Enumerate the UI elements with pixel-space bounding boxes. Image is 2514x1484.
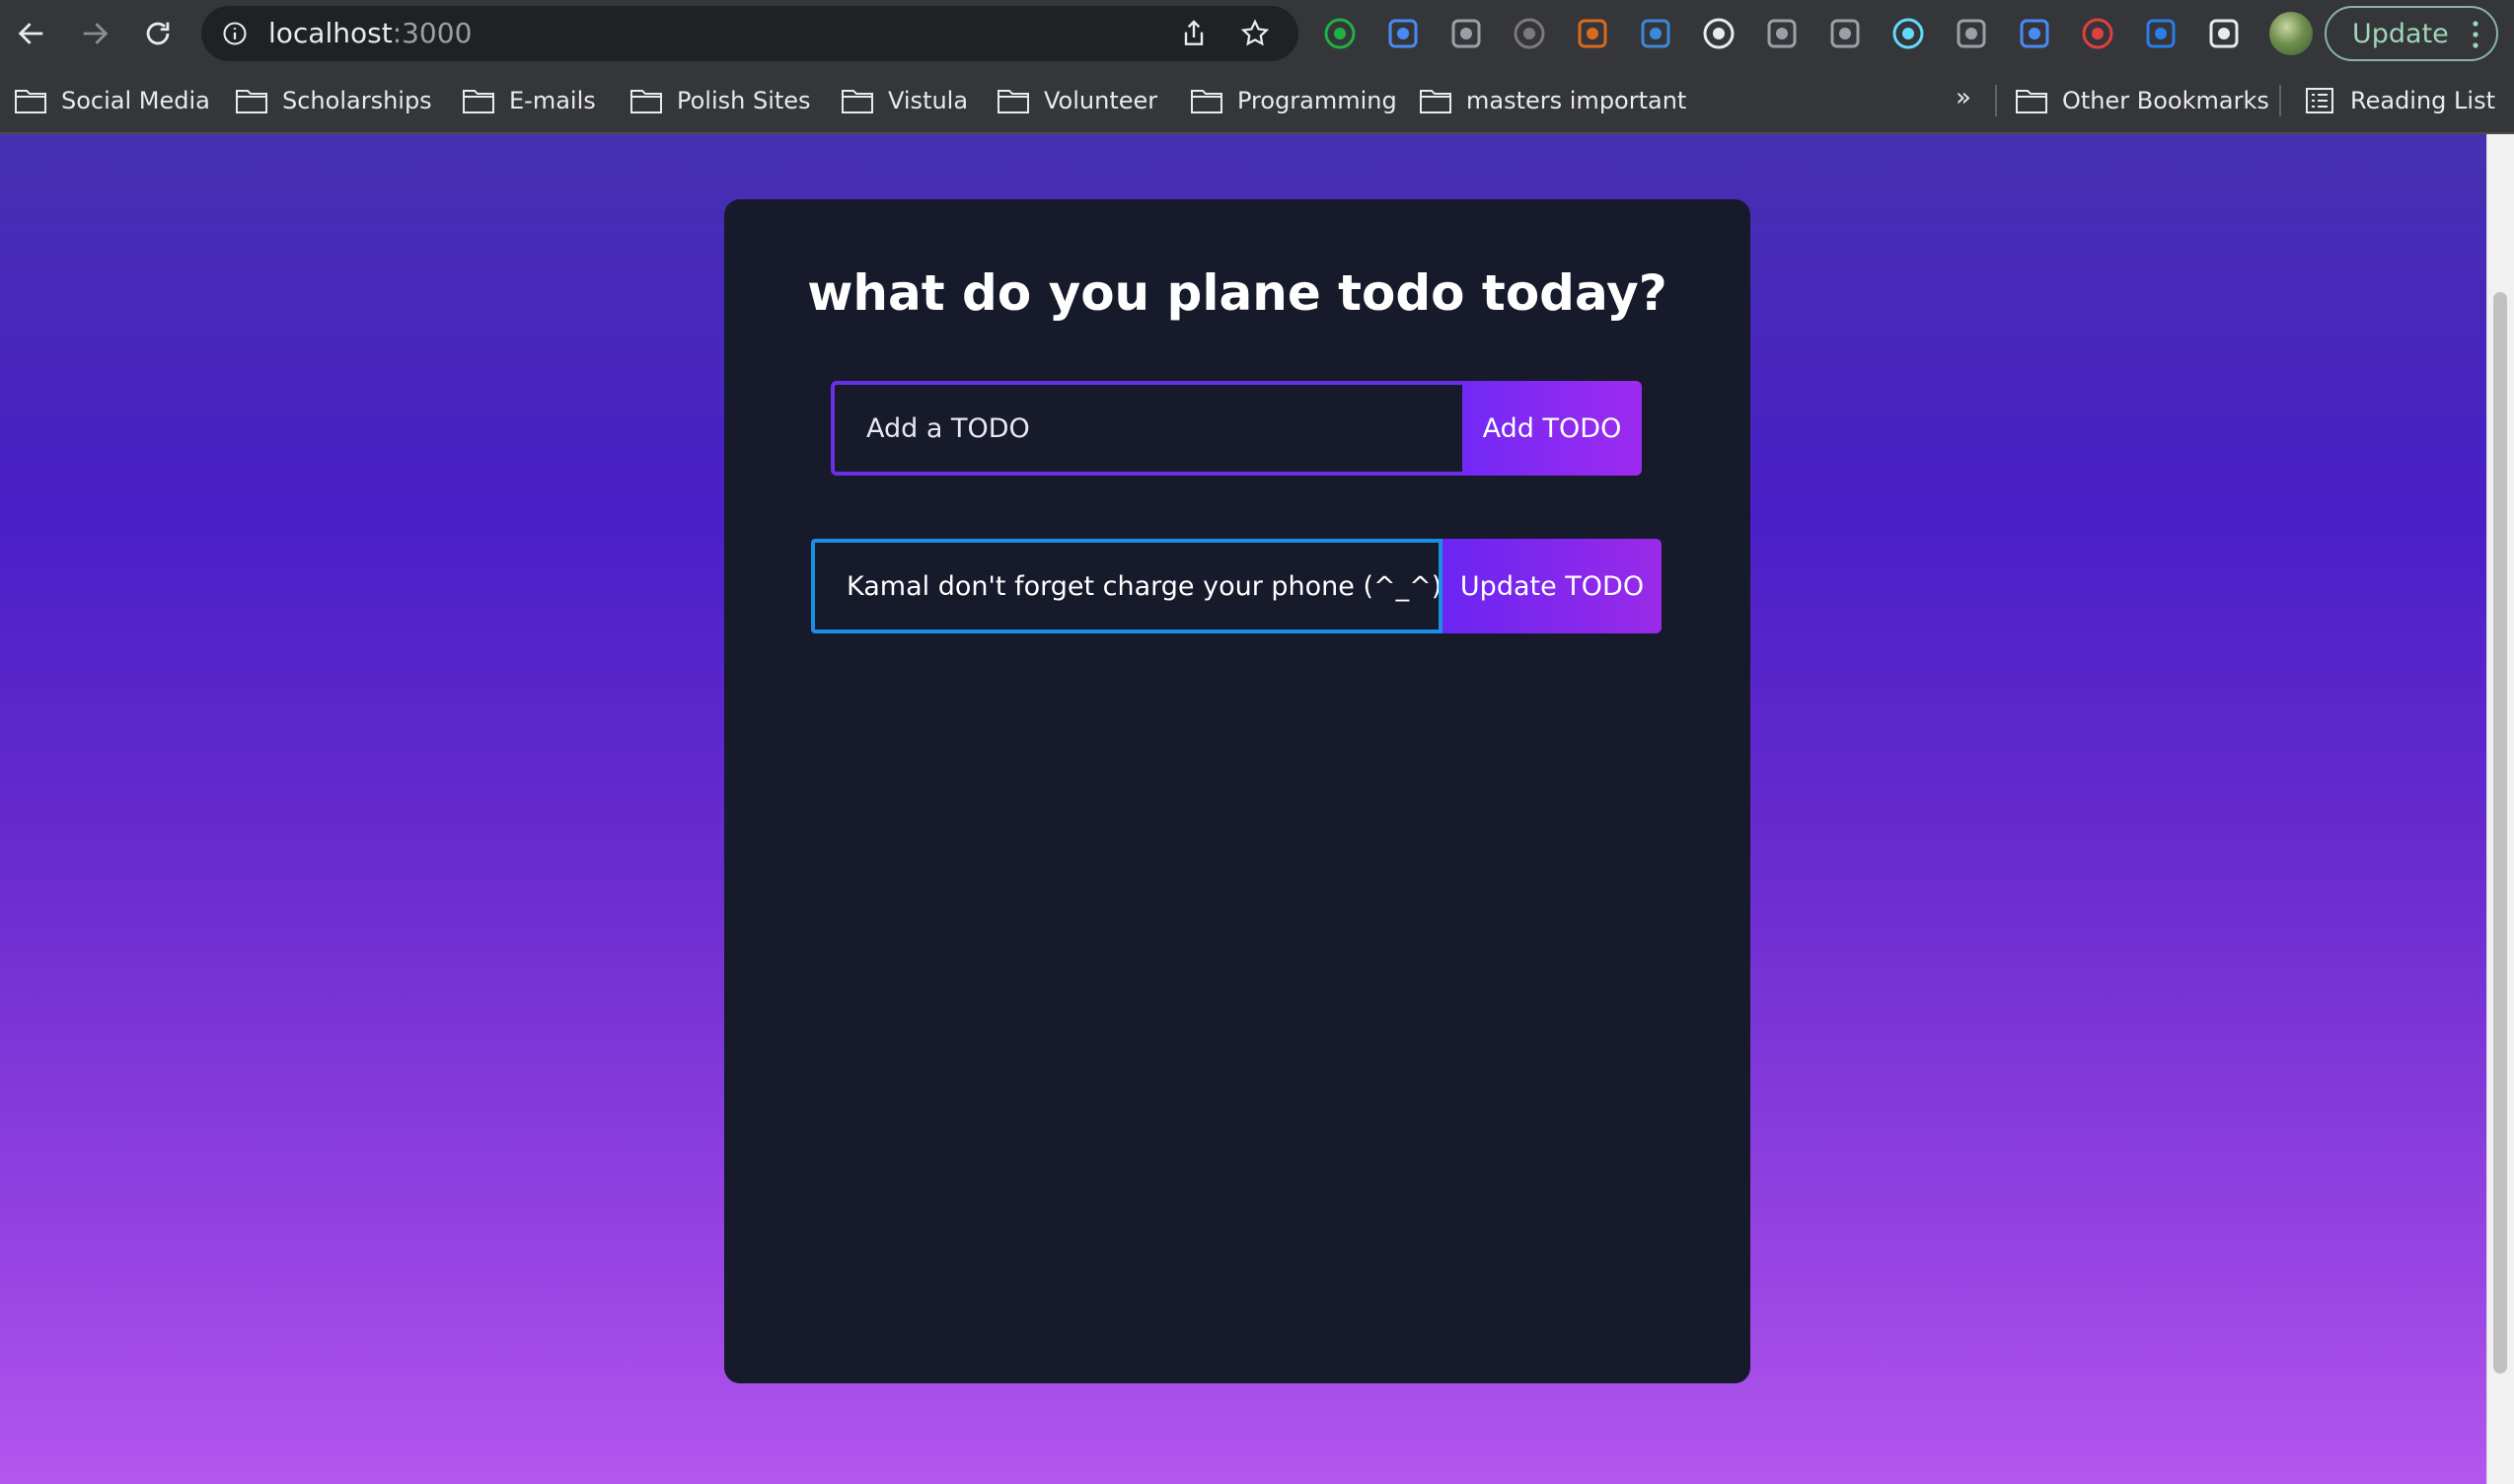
folder-icon bbox=[998, 90, 1029, 113]
scrollbar-thumb[interactable] bbox=[2493, 292, 2507, 1373]
folder-icon bbox=[630, 90, 662, 113]
edit-pencil-icon[interactable] bbox=[2017, 16, 2052, 51]
kebab-menu-icon[interactable] bbox=[2473, 20, 2478, 49]
folder-icon bbox=[1420, 90, 1451, 113]
vue-devtools-icon[interactable] bbox=[1827, 16, 1863, 51]
folder-icon bbox=[842, 90, 873, 113]
arrow-left-icon bbox=[18, 23, 43, 44]
redux-icon[interactable] bbox=[2080, 16, 2115, 51]
profile-avatar[interactable] bbox=[2269, 12, 2313, 55]
update-label: Update bbox=[2352, 18, 2449, 49]
forward-button[interactable] bbox=[71, 10, 118, 57]
reading-list-button[interactable]: Reading List bbox=[2303, 83, 2495, 118]
bookmarks-divider bbox=[2279, 85, 2281, 116]
add-todo-button[interactable]: Add TODO bbox=[1462, 381, 1642, 476]
target-icon[interactable] bbox=[1954, 16, 1989, 51]
shield-icon[interactable] bbox=[2143, 16, 2179, 51]
bookmark-folder[interactable]: Programming bbox=[1190, 83, 1397, 118]
bookmark-label: masters important bbox=[1466, 87, 1687, 114]
url-text[interactable]: localhost:3000 bbox=[268, 18, 472, 49]
url-port: :3000 bbox=[392, 17, 473, 49]
bookmark-folder[interactable]: Vistula bbox=[841, 83, 968, 118]
share-icon[interactable] bbox=[1178, 18, 1210, 49]
reader-icon[interactable] bbox=[1701, 16, 1737, 51]
address-bar[interactable]: localhost:3000 bbox=[201, 6, 1298, 61]
folder-icon bbox=[236, 90, 267, 113]
bookmark-folder[interactable]: E-mails bbox=[462, 83, 596, 118]
bookmarks-divider bbox=[1995, 85, 1997, 116]
react-devtools-icon[interactable] bbox=[1890, 16, 1926, 51]
reload-button[interactable] bbox=[134, 10, 182, 57]
page-title: what do you plane todo today? bbox=[807, 264, 1667, 322]
page-viewport: what do you plane todo today? Add TODO U… bbox=[0, 134, 2486, 1484]
bookmark-label: Scholarships bbox=[282, 87, 432, 114]
folder-icon bbox=[1191, 90, 1222, 113]
camera-icon[interactable] bbox=[1764, 16, 1800, 51]
back-button[interactable] bbox=[8, 10, 55, 57]
bookmarks-overflow-chevron[interactable]: » bbox=[1956, 83, 1971, 112]
google-translate-icon[interactable] bbox=[1385, 16, 1421, 51]
arrow-right-icon bbox=[83, 23, 109, 44]
add-todo-form: Add TODO bbox=[831, 381, 1642, 476]
edit-todo-form: Update TODO bbox=[811, 539, 1662, 633]
puzzle-pieces-icon[interactable] bbox=[1575, 16, 1610, 51]
bookmark-star-icon[interactable] bbox=[1239, 18, 1271, 49]
folder-icon bbox=[463, 90, 494, 113]
edit-todo-input[interactable] bbox=[811, 539, 1442, 633]
update-todo-button[interactable]: Update TODO bbox=[1442, 539, 1662, 633]
cloud-icon[interactable] bbox=[1448, 16, 1484, 51]
browser-toolbar: localhost:3000 Update bbox=[0, 0, 2514, 67]
bookmark-other-bookmarks[interactable]: Other Bookmarks bbox=[2015, 83, 2269, 118]
folder-icon bbox=[15, 90, 46, 113]
bookmark-label: Social Media bbox=[61, 87, 210, 114]
fi-icon[interactable] bbox=[1638, 16, 1673, 51]
bookmark-label: Other Bookmarks bbox=[2062, 87, 2269, 114]
bookmark-label: Volunteer bbox=[1044, 87, 1158, 114]
bookmark-folder[interactable]: Volunteer bbox=[997, 83, 1157, 118]
bookmark-folder[interactable]: Scholarships bbox=[235, 83, 432, 118]
reading-list-icon bbox=[2306, 88, 2333, 113]
reload-icon bbox=[146, 22, 170, 45]
todo-card: what do you plane todo today? Add TODO U… bbox=[724, 199, 1750, 1383]
json-viewer-icon[interactable] bbox=[1512, 16, 1547, 51]
bookmarks-bar: Social Media Scholarships E-mails Polish Si… bbox=[0, 67, 2514, 134]
bookmark-label: E-mails bbox=[509, 87, 596, 114]
reading-list-label: Reading List bbox=[2350, 87, 2495, 114]
bookmark-folder[interactable]: Social Media bbox=[14, 83, 210, 118]
bookmark-label: Programming bbox=[1237, 87, 1397, 114]
add-todo-input[interactable] bbox=[831, 381, 1462, 476]
bookmark-label: Vistula bbox=[888, 87, 969, 114]
info-icon[interactable] bbox=[221, 20, 249, 47]
thumbs-up-icon[interactable] bbox=[1322, 16, 1358, 51]
url-host: localhost bbox=[268, 17, 393, 49]
bookmark-folder[interactable]: masters important bbox=[1419, 83, 1686, 118]
bookmark-label: Polish Sites bbox=[677, 87, 811, 114]
folder-icon bbox=[2016, 90, 2047, 113]
update-chrome-button[interactable]: Update bbox=[2325, 6, 2498, 61]
extensions-puzzle-icon[interactable] bbox=[2206, 16, 2242, 51]
bookmark-folder[interactable]: Polish Sites bbox=[629, 83, 811, 118]
